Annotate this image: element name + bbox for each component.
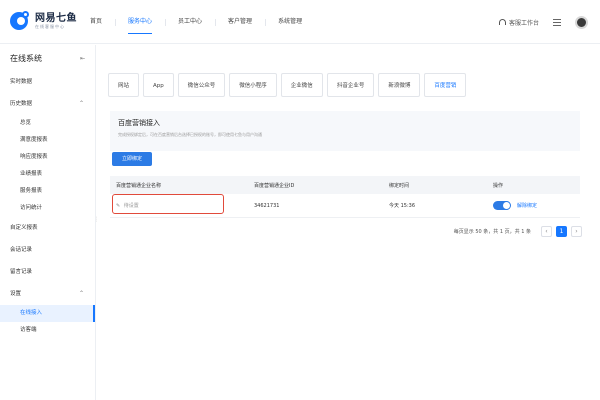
nav-item-staff-center[interactable]: 员工中心 [165, 0, 202, 44]
unbind-link[interactable]: 解除绑定 [517, 202, 537, 209]
sidebar-subitem-visits[interactable]: 访问统计 [0, 200, 95, 217]
header-actions: 操作 [493, 182, 504, 189]
tab-app[interactable]: App [143, 73, 174, 97]
sidebar-item-message-records[interactable]: 留言记录 [0, 261, 95, 283]
main-content: 网站 App 微信公众号 微信小程序 企业微信 抖音企业号 新浪微博 百度营销 … [97, 45, 600, 400]
next-page-button[interactable]: › [571, 226, 582, 237]
channel-tabs: 网站 App 微信公众号 微信小程序 企业微信 抖音企业号 新浪微博 百度营销 [108, 73, 470, 97]
sidebar-subitem-satisfaction[interactable]: 满意度报表 [0, 132, 95, 149]
sidebar-item-label: 历史数据 [10, 101, 33, 107]
sidebar-subitem-visitor-client[interactable]: 访客端 [0, 322, 95, 339]
sidebar-item-settings[interactable]: 设置 ⌃ [0, 283, 95, 305]
cell-actions: 解除绑定 [487, 201, 580, 210]
tab-wechat-mini-program[interactable]: 微信小程序 [229, 73, 277, 97]
tab-weibo[interactable]: 新浪微博 [378, 73, 421, 97]
header-company-id: 百度营销通企业ID [254, 182, 295, 189]
menu-icon[interactable] [553, 18, 561, 26]
nav-item-customer-management[interactable]: 客户管理 [215, 0, 252, 44]
sidebar-item-label: 设置 [10, 291, 22, 297]
sidebar-title: 在线系统 [10, 53, 42, 63]
cell-company-name[interactable]: ✎ 待设置 [110, 194, 248, 214]
sidebar: 在线系统 ⇤ 实时数据 历史数据 ⌃ 总览 满意度报表 响应度报表 业绩报表 服… [0, 45, 96, 400]
tab-wework[interactable]: 企业微信 [280, 73, 323, 97]
enable-toggle[interactable] [493, 201, 511, 210]
panel-title: 百度营销接入 [118, 119, 160, 127]
header-bind-time: 绑定时间 [389, 182, 410, 189]
app-logo[interactable]: 网易七鱼 在线客服中心 [10, 11, 77, 31]
binding-table: 百度营销通企业名称 百度营销通企业ID 绑定时间 操作 ✎ 待设置 346217… [110, 176, 580, 218]
sidebar-item-custom-report[interactable]: 自定义报表 [0, 217, 95, 239]
table-row: ✎ 待设置 34621731 今天 15:36 解除绑定 [110, 194, 580, 218]
sidebar-subitem-response[interactable]: 响应度报表 [0, 149, 95, 166]
highlight-box [112, 194, 224, 214]
tab-baidu-marketing[interactable]: 百度营销 [424, 73, 467, 97]
prev-page-button[interactable]: ‹ [541, 226, 552, 237]
tab-wechat-official[interactable]: 微信公众号 [177, 73, 226, 97]
page-number-button[interactable]: 1 [556, 226, 567, 237]
sidebar-subitem-online-access[interactable]: 在线接入 [0, 305, 95, 322]
collapse-sidebar-icon[interactable]: ⇤ [80, 55, 85, 62]
sidebar-subitem-service[interactable]: 服务报表 [0, 183, 95, 200]
logo-subtitle: 在线客服中心 [35, 23, 65, 29]
nav-item-service-center[interactable]: 服务中心 [115, 0, 153, 44]
sidebar-item-realtime[interactable]: 实时数据 [0, 71, 95, 93]
main-nav: 首页 服务中心 员工中心 客户管理 系统管理 [90, 0, 328, 44]
cell-bind-time: 今天 15:36 [389, 203, 415, 209]
bind-now-button[interactable]: 立即绑定 [112, 152, 152, 166]
tab-website[interactable]: 网站 [108, 73, 140, 97]
panel-header: 百度营销接入 完成授权绑定后，可在百度营销后台选择已授权的账号，即可使用七鱼与用… [110, 111, 580, 151]
sidebar-item-session-records[interactable]: 会话记录 [0, 239, 95, 261]
tab-douyin[interactable]: 抖音企业号 [326, 73, 375, 97]
nav-item-system-management[interactable]: 系统管理 [265, 0, 302, 44]
chevron-up-icon: ⌃ [78, 290, 84, 297]
workbench-label: 客服工作台 [508, 19, 539, 27]
header-company-name: 百度营销通企业名称 [116, 182, 162, 189]
logo-name: 网易七鱼 [35, 12, 77, 24]
sidebar-item-history[interactable]: 历史数据 ⌃ [0, 93, 95, 115]
workbench-link[interactable]: 客服工作台 [498, 18, 539, 27]
chevron-up-icon: ⌃ [78, 100, 84, 107]
logo-icon [10, 11, 30, 31]
nav-item-home[interactable]: 首页 [90, 0, 102, 44]
table-header: 百度营销通企业名称 百度营销通企业ID 绑定时间 操作 [110, 176, 580, 194]
cell-company-id: 34621731 [254, 202, 280, 209]
pagination: 每页显示 50 条，共 1 页，共 1 条 ‹ 1 › [454, 226, 582, 237]
headset-icon [498, 19, 506, 25]
sidebar-subitem-overview[interactable]: 总览 [0, 115, 95, 132]
sidebar-subitem-performance[interactable]: 业绩报表 [0, 166, 95, 183]
panel-description: 完成授权绑定后，可在百度营销后台选择已授权的账号，即可使用七鱼与用户沟通 [118, 132, 262, 137]
pagination-info: 每页显示 50 条，共 1 页，共 1 条 [453, 229, 531, 235]
avatar[interactable] [575, 15, 588, 29]
top-navbar: 网易七鱼 在线客服中心 首页 服务中心 员工中心 客户管理 系统管理 客服工作台 [0, 0, 600, 44]
